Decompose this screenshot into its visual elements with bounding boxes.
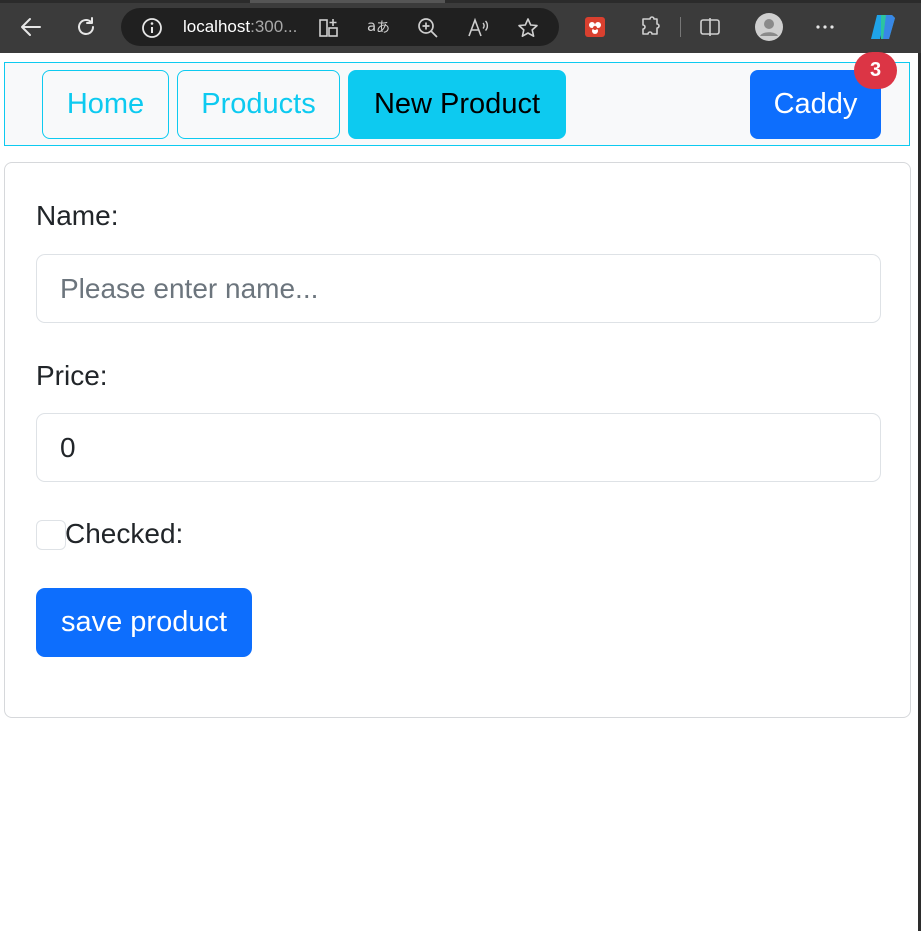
translate-icon[interactable]: aあ: [366, 15, 390, 42]
info-icon[interactable]: [141, 17, 163, 44]
refresh-icon[interactable]: [69, 10, 103, 44]
zoom-icon[interactable]: [417, 17, 439, 44]
browser-toolbar: localhost:300... aあ: [0, 0, 921, 53]
address-bar[interactable]: localhost:300... aあ: [121, 8, 559, 46]
url-text[interactable]: localhost:300...: [183, 17, 297, 37]
nav-new-product-button[interactable]: New Product: [348, 70, 566, 139]
read-aloud-icon[interactable]: [467, 17, 489, 44]
cart-count-badge: 3: [854, 52, 897, 89]
nav-home-button[interactable]: Home: [42, 70, 169, 139]
favorite-star-icon[interactable]: [517, 17, 539, 44]
active-tab-indicator: [250, 0, 445, 3]
svg-text:a: a: [367, 17, 376, 35]
extensions-puzzle-icon[interactable]: [633, 10, 667, 44]
price-input[interactable]: [36, 413, 881, 482]
app-grid-icon[interactable]: [318, 17, 340, 44]
url-host: localhost: [183, 17, 251, 36]
tab-strip: [0, 0, 921, 3]
product-form-card: Name: Price: Checked: save product: [4, 162, 911, 718]
price-label: Price:: [36, 360, 108, 391]
extension-app-icon[interactable]: [578, 10, 612, 44]
nav-products-button[interactable]: Products: [177, 70, 340, 139]
more-options-icon[interactable]: [808, 10, 842, 44]
checked-label: Checked:: [65, 518, 184, 549]
checked-checkbox[interactable]: [36, 520, 66, 550]
name-input[interactable]: [36, 254, 881, 323]
profile-avatar-icon[interactable]: [752, 10, 786, 44]
split-screen-icon[interactable]: [693, 10, 727, 44]
svg-text:あ: あ: [376, 20, 390, 36]
app-navbar: Home Products New Product Caddy: [4, 62, 910, 146]
toolbar-separator: [680, 17, 681, 37]
url-port: :300...: [250, 17, 298, 36]
copilot-icon[interactable]: [866, 10, 900, 44]
name-label: Name:: [36, 200, 119, 231]
back-icon[interactable]: [14, 10, 48, 44]
save-product-button[interactable]: save product: [36, 588, 252, 657]
